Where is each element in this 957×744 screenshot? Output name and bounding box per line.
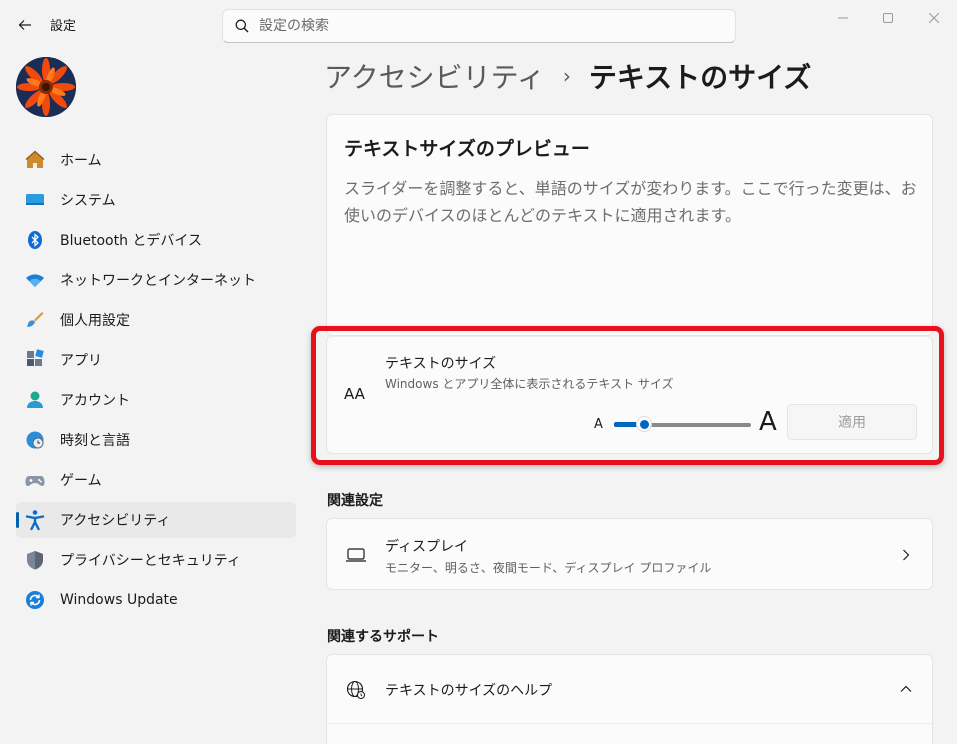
page-title: テキストのサイズ [588,61,812,94]
back-button[interactable] [12,12,38,38]
wifi-icon [24,269,46,291]
sidebar-item-label: ネットワークとインターネット [60,273,256,289]
preview-description: スライダーを調整すると、単語のサイズが変わります。ここで行った変更は、お使いのデ… [344,179,917,225]
sidebar-item-personalization[interactable]: 個人用設定 [16,302,296,338]
search-input[interactable] [259,18,699,34]
sidebar-item-label: プライバシーとセキュリティ [60,553,241,569]
chevron-up-icon[interactable] [898,679,914,699]
update-icon [24,589,46,611]
display-settings-row[interactable]: ディスプレイ モニター、明るさ、夜間モード、ディスプレイ プロファイル [326,518,933,590]
sidebar-item-label: 時刻と言語 [60,433,130,449]
sidebar-nav: ホーム システム Bluetooth とデバイス ネットワークとインターネット … [16,142,296,622]
display-title: ディスプレイ [385,539,469,555]
breadcrumb-parent[interactable]: アクセシビリティ [324,56,545,96]
minimize-icon [838,17,848,19]
bluetooth-icon [24,229,46,251]
back-arrow-icon [18,20,31,30]
maximize-icon [883,13,893,23]
breadcrumb: アクセシビリティ › テキストのサイズ [324,56,811,96]
text-size-preview-card: テキストサイズのプレビュー スライダーを調整すると、単語のサイズが変わります。こ… [326,114,933,336]
gamepad-icon [24,469,46,491]
laptop-icon [344,543,368,567]
sidebar-item-time-language[interactable]: 時刻と言語 [16,422,296,458]
title-bar: 設定 [0,0,957,50]
account-icon [24,389,46,411]
accessibility-icon [24,509,46,531]
sidebar-item-accounts[interactable]: アカウント [16,382,296,418]
divider [327,723,934,724]
sidebar-item-label: Windows Update [60,592,178,608]
text-size-help-card[interactable]: テキストのサイズのヘルプ [326,654,934,744]
sidebar-item-system[interactable]: システム [16,182,296,218]
sidebar-item-gaming[interactable]: ゲーム [16,462,296,498]
sidebar-item-label: アプリ [60,353,102,369]
sidebar-item-label: ホーム [60,153,102,169]
sidebar-item-privacy-security[interactable]: プライバシーとセキュリティ [16,542,296,578]
apps-icon [24,349,46,371]
display-subtitle: モニター、明るさ、夜間モード、ディスプレイ プロファイル [385,561,712,575]
sidebar-item-label: システム [60,193,116,209]
avatar[interactable] [16,57,76,117]
sidebar-item-label: アカウント [60,393,130,409]
related-settings-heading: 関連設定 [327,493,383,509]
maximize-button[interactable] [865,4,911,32]
sidebar-item-label: アクセシビリティ [60,513,171,529]
search-box[interactable] [222,9,736,43]
sidebar-item-network[interactable]: ネットワークとインターネット [16,262,296,298]
sidebar-item-apps[interactable]: アプリ [16,342,296,378]
app-title: 設定 [50,19,77,34]
close-icon [929,13,939,23]
sidebar-item-windows-update[interactable]: Windows Update [16,582,296,618]
sidebar-item-home[interactable]: ホーム [16,142,296,178]
chevron-right-icon [898,545,914,565]
minimize-button[interactable] [820,4,866,32]
globe-icon [344,678,368,702]
preview-title: テキストサイズのプレビュー [344,138,590,160]
shield-icon [24,549,46,571]
sidebar-item-label: 個人用設定 [60,313,130,329]
home-icon [24,149,46,171]
sidebar-item-bluetooth[interactable]: Bluetooth とデバイス [16,222,296,258]
help-title: テキストのサイズのヘルプ [385,683,553,699]
flower-avatar-icon [16,57,76,117]
clock-globe-icon [24,429,46,451]
brush-icon [24,309,46,331]
close-button[interactable] [911,4,957,32]
search-icon [235,19,249,33]
sidebar-item-accessibility[interactable]: アクセシビリティ [16,502,296,538]
monitor-icon [24,189,46,211]
sidebar-item-label: ゲーム [60,473,102,489]
sidebar-item-label: Bluetooth とデバイス [60,233,202,249]
related-support-heading: 関連するサポート [327,629,439,645]
highlight-frame [311,326,944,465]
breadcrumb-separator: › [562,64,571,88]
